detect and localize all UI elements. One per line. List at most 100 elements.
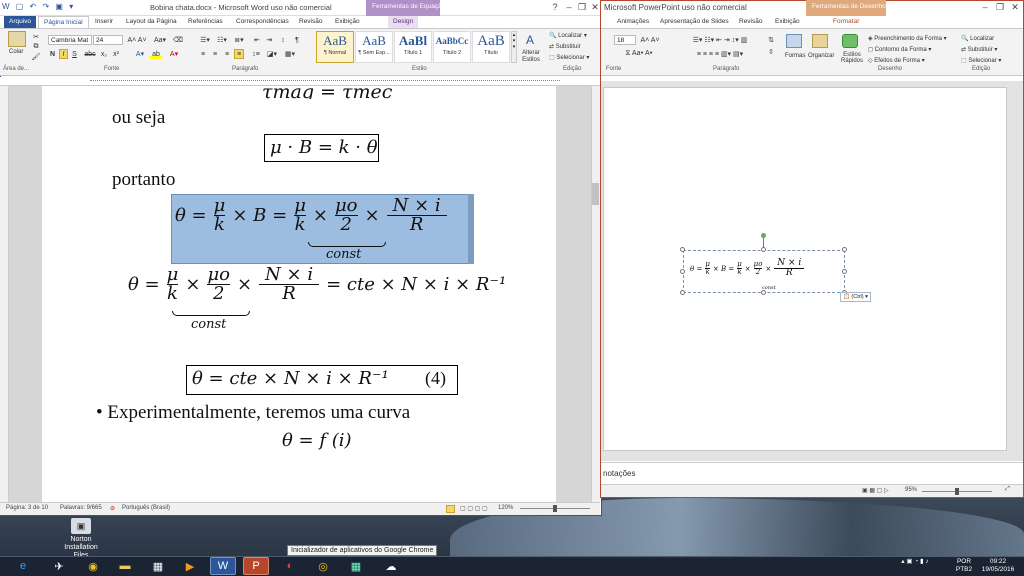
paste-button[interactable]: Colar: [9, 49, 23, 55]
sort-icon[interactable]: ↕: [278, 35, 288, 45]
ie-icon[interactable]: e: [10, 557, 36, 575]
shape-outline-button[interactable]: ◻ Contorno da Forma ▾: [868, 46, 931, 53]
tab-references[interactable]: Referências: [183, 16, 228, 28]
pin-icon[interactable]: ✈: [46, 557, 72, 575]
shape-fill-button[interactable]: ◈ Preenchimento da Forma ▾: [868, 35, 947, 42]
quick-access-toolbar[interactable]: W ▢ ↶ ↷ ▣ ▾: [2, 2, 75, 11]
status-page[interactable]: Página: 3 de 10: [6, 505, 48, 511]
ppt-view-icons[interactable]: ▣ ▦ ▢ ▷: [862, 487, 889, 494]
arrange-button[interactable]: Organizar: [808, 53, 834, 59]
resize-handle-l[interactable]: [680, 269, 685, 274]
ppt-align-icons[interactable]: ≡ ≡ ≡ ≡ ▥▾ ▤▾: [680, 49, 760, 59]
strikethrough-icon[interactable]: abc: [84, 49, 96, 59]
ppt-text-direction-icon[interactable]: ⇅: [766, 35, 776, 45]
pasted-equation-shape[interactable]: θ = μk × B = μk × μo 2 × N × iR const: [683, 250, 845, 293]
ppt-font-format-icons[interactable]: ⧖ Aa▾ A▾: [614, 49, 664, 59]
tab-view[interactable]: Exibição: [330, 16, 365, 28]
explorer-icon[interactable]: ▬: [112, 557, 138, 575]
maximize-icon[interactable]: ❐: [575, 1, 589, 13]
scrollbar-thumb[interactable]: [592, 183, 599, 205]
ppt-font-size-box[interactable]: 18: [614, 35, 636, 45]
vertical-scrollbar[interactable]: [591, 86, 600, 502]
highlight-icon[interactable]: ab: [150, 49, 162, 59]
resize-handle-tr[interactable]: [842, 247, 847, 252]
minimize-icon[interactable]: –: [562, 1, 576, 13]
print-layout-icon[interactable]: [446, 505, 455, 513]
align-center-icon[interactable]: ≡: [210, 49, 220, 59]
underline-icon[interactable]: S: [70, 49, 79, 59]
vertical-ruler[interactable]: [0, 86, 9, 502]
tab-insert[interactable]: Inserir: [90, 16, 118, 28]
select-button[interactable]: ⬚ Selecionar ▾: [549, 54, 589, 61]
equation-handle[interactable]: [468, 194, 474, 264]
change-styles-icon[interactable]: A: [522, 33, 538, 47]
tab-home[interactable]: Página Inicial: [38, 16, 89, 28]
text-effects-icon[interactable]: A▾: [134, 49, 146, 59]
shape-effects-button[interactable]: ◇ Efeitos de Forma ▾: [868, 57, 925, 64]
resize-handle-tl[interactable]: [680, 247, 685, 252]
chrome-icon[interactable]: ◎: [310, 557, 336, 575]
font-size-box[interactable]: 24: [93, 35, 123, 45]
quick-styles-icon[interactable]: [842, 34, 858, 48]
justify-icon[interactable]: ≡: [234, 49, 244, 59]
ppt-tab-format[interactable]: Formatar: [828, 16, 864, 28]
notes-pane[interactable]: [601, 462, 1023, 484]
numbering-icon[interactable]: ☷▾: [215, 35, 229, 45]
resize-handle-r[interactable]: [842, 269, 847, 274]
multilevel-list-icon[interactable]: ≣▾: [232, 35, 246, 45]
style-title[interactable]: AaB Título: [472, 31, 510, 63]
status-language[interactable]: Português (Brasil): [122, 505, 170, 511]
align-right-icon[interactable]: ≡: [222, 49, 232, 59]
ppt-tab-view[interactable]: Exibição: [770, 16, 805, 28]
cast-icon[interactable]: ◐: [277, 557, 303, 575]
tab-file[interactable]: Arquivo: [4, 16, 37, 28]
norton-icon[interactable]: ◉: [80, 557, 106, 575]
borders-icon[interactable]: ▦▾: [284, 49, 296, 59]
ppt-zoom[interactable]: 95%: [905, 487, 917, 493]
ppt-tab-slideshow[interactable]: Apresentação de Slides: [655, 16, 734, 28]
zoom-slider-thumb[interactable]: [553, 505, 557, 512]
paste-icon[interactable]: [8, 31, 26, 47]
change-styles-button[interactable]: Alterar Estilos: [519, 50, 543, 64]
word-taskbar-icon[interactable]: W: [210, 557, 236, 575]
shapes-icon[interactable]: [786, 34, 802, 48]
media-icon[interactable]: ▶: [177, 557, 203, 575]
font-name-box[interactable]: Cambria Mat: [48, 35, 92, 45]
italic-icon[interactable]: I: [59, 49, 68, 59]
show-marks-icon[interactable]: ¶: [292, 35, 302, 45]
ppt-list-icons[interactable]: ☰▾ ☷▾ ⇤ ⇥ ↕▾ ▥: [680, 35, 760, 45]
ppt-align-text-icon[interactable]: ⇳: [766, 47, 776, 57]
clock[interactable]: 09:22 19/05/2016: [978, 558, 1018, 574]
system-tray-icons[interactable]: ▴ ▣ ◔ ▮ ♪: [880, 558, 950, 566]
cloud-icon[interactable]: ☁: [378, 557, 404, 575]
ppt-close-icon[interactable]: ✕: [1008, 1, 1022, 13]
shapes-button[interactable]: Formas: [785, 53, 805, 59]
shading-icon[interactable]: ◪▾: [266, 49, 278, 59]
equation-1[interactable]: μ · B = k · θ: [264, 134, 379, 162]
ppt-minimize-icon[interactable]: –: [978, 1, 992, 13]
fit-slide-icon[interactable]: ⤢: [1005, 486, 1010, 493]
status-zoom[interactable]: 120%: [498, 505, 513, 511]
quick-styles-button[interactable]: Estilos Rápidos: [838, 52, 866, 64]
bullets-icon[interactable]: ☰▾: [198, 35, 212, 45]
replace-button[interactable]: ⇄ Substituir: [549, 43, 581, 50]
style-normal[interactable]: AaB ¶ Normal: [316, 31, 354, 63]
tab-page-layout[interactable]: Layout da Página: [121, 16, 182, 28]
powerpoint-taskbar-icon[interactable]: P: [243, 557, 269, 575]
ppt-find-button[interactable]: 🔍 Localizar: [961, 35, 994, 42]
tab-equation-design[interactable]: Design: [388, 16, 419, 28]
rotate-handle[interactable]: [761, 233, 766, 238]
subscript-icon[interactable]: x₂: [99, 49, 109, 59]
clear-format-icon[interactable]: ⌫: [173, 35, 183, 45]
ppt-zoom-thumb[interactable]: [955, 488, 959, 495]
superscript-icon[interactable]: x²: [111, 49, 121, 59]
ppt-tab-review[interactable]: Revisão: [734, 16, 767, 28]
style-no-spacing[interactable]: AaB ¶ Sem Esp...: [355, 31, 393, 63]
resize-handle-b[interactable]: [761, 290, 766, 295]
increase-indent-icon[interactable]: ⇥: [264, 35, 274, 45]
decrease-indent-icon[interactable]: ⇤: [252, 35, 262, 45]
status-words[interactable]: Palavras: 9/665: [60, 505, 102, 511]
ppt-grow-shrink-icon[interactable]: A˄ A˅: [640, 35, 660, 45]
language-indicator[interactable]: POR PTB2: [952, 558, 976, 574]
style-heading-1[interactable]: AaBl Título 1: [394, 31, 432, 63]
